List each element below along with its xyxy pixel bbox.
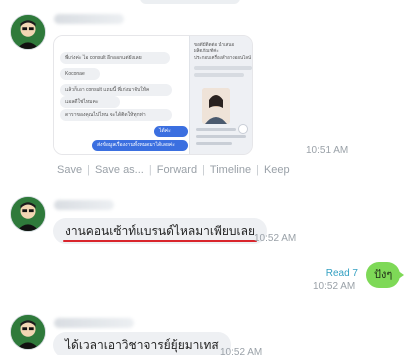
- message-time: 10:52 AM: [313, 281, 356, 292]
- screenshot-blue-bubble: ได้ค่ะ: [154, 126, 188, 137]
- screenshot-profile-panel: ขอดีมีติดต่อ นำเสนอผลิตภัณฑ์ค่ะ ประกอบเค…: [189, 36, 252, 154]
- save-button[interactable]: Save: [57, 164, 82, 176]
- avatar[interactable]: [10, 314, 46, 350]
- message-time: 10:52 AM: [220, 347, 263, 355]
- screenshot-text: ขอดีมีติดต่อ นำเสนอผลิตภัณฑ์ค่ะ: [194, 42, 235, 53]
- sender-name-blurred: [54, 14, 124, 24]
- incoming-message[interactable]: ได้เวลาเอาวิชาจารย์ยุ้ยมาเทส: [53, 332, 231, 355]
- image-message[interactable]: พี่เก่งค่ะ ไอ consult อีกออกแต่ยังเลย Ko…: [53, 35, 253, 155]
- screenshot-blue-bubble: ส่งข้อมูลเรื่องงานทั้งหมดมาได้เลยค่ะ: [92, 140, 188, 151]
- chat-window: พี่เก่งค่ะ ไอ consult อีกออกแต่ยังเลย Ko…: [0, 0, 416, 355]
- previous-message-stub: [140, 0, 240, 4]
- message-time: 10:51 AM: [306, 145, 349, 156]
- keep-button[interactable]: Keep: [264, 164, 290, 176]
- sender-name-blurred: [54, 318, 134, 328]
- incoming-message[interactable]: งานคอนเซ้าท์แบรนด์ไหลมาเพียบเลย: [53, 218, 268, 244]
- message-text: ได้เวลาเอาวิชาจารย์ยุ้ยมาเทส: [65, 338, 219, 352]
- red-underline: [63, 240, 258, 242]
- screenshot-text: ประกอบเครื่องสำอางออนไลน์: [194, 55, 252, 60]
- outgoing-message[interactable]: ปังๆ: [366, 262, 405, 288]
- screenshot-chat-panel: พี่เก่งค่ะ ไอ consult อีกออกแต่ยังเลย Ko…: [54, 36, 189, 154]
- timeline-button[interactable]: Timeline: [210, 164, 251, 176]
- message-text: ปังๆ: [374, 269, 393, 281]
- avatar[interactable]: [10, 14, 46, 50]
- share-icon: [238, 124, 248, 134]
- forward-button[interactable]: Forward: [157, 164, 197, 176]
- avatar[interactable]: [10, 196, 46, 232]
- screenshot-line: แล้วก็เอา consult แถมนี้ พี่เก่งมาจับให้…: [60, 84, 172, 96]
- save-as-button[interactable]: Save as...: [95, 164, 144, 176]
- profile-photo: [202, 88, 230, 124]
- image-action-bar: Save | Save as... | Forward | Timeline |…: [57, 164, 290, 176]
- read-receipt: Read 7: [325, 268, 358, 279]
- screenshot-line: Koconae: [60, 68, 100, 80]
- sender-name-blurred: [54, 200, 114, 210]
- screenshot-line: แอลดีใช่ไหมคะ: [60, 96, 120, 108]
- screenshot-line: ดาราของคุณไปไหน จะได้ติดให้ทุกท่า: [60, 109, 172, 121]
- message-text: งานคอนเซ้าท์แบรนด์ไหลมาเพียบเลย: [65, 224, 256, 238]
- message-time: 10:52 AM: [254, 233, 297, 244]
- screenshot-line: พี่เก่งค่ะ ไอ consult อีกออกแต่ยังเลย: [60, 52, 170, 64]
